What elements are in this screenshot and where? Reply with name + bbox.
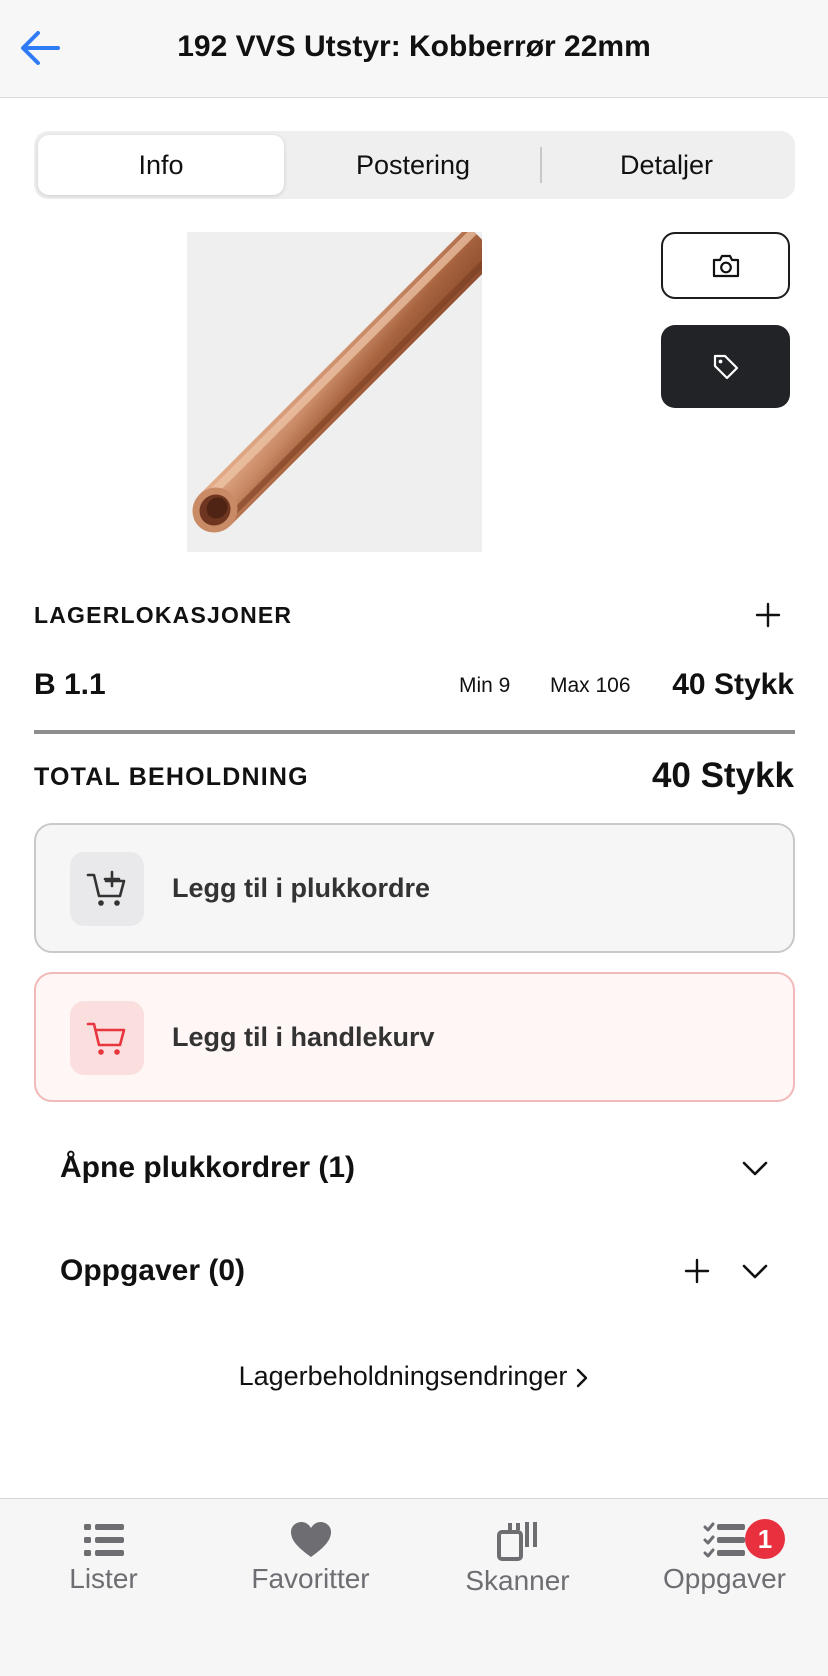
tabbar-item-skanner[interactable]: Skanner <box>414 1507 621 1607</box>
chevron-right-icon <box>577 1368 588 1388</box>
inventory-changes-label: Lagerbeholdningsendringer <box>238 1361 568 1391</box>
tabbar-label-lister: Lister <box>69 1563 138 1594</box>
location-name: B 1.1 <box>34 668 106 701</box>
total-value: 40 Stykk <box>651 756 794 795</box>
product-image[interactable] <box>187 232 482 552</box>
location-min: Min 9 <box>459 674 511 697</box>
camera-button[interactable] <box>661 232 790 299</box>
tabbar-item-oppgaver[interactable]: Oppgaver 1 <box>621 1507 828 1607</box>
cart-plus-icon <box>86 870 126 906</box>
scanner-icon <box>496 1522 537 1561</box>
cart-label: Legg til i handlekurv <box>172 1022 435 1052</box>
tabbar-item-favoritter[interactable]: Favoritter <box>207 1507 414 1607</box>
cart-plus-icon-box <box>70 852 144 926</box>
chevron-down-icon <box>742 1264 768 1279</box>
cart-icon <box>86 1022 126 1055</box>
tabbar-item-lister[interactable]: Lister <box>0 1507 207 1607</box>
plus-icon <box>755 602 781 628</box>
tabbar-label-favoritter: Favoritter <box>251 1563 370 1594</box>
checklist-icon <box>703 1522 745 1558</box>
tasks-label: Oppgaver (0) <box>60 1254 246 1287</box>
divider <box>34 730 795 734</box>
tasks-section[interactable]: Oppgaver (0) <box>34 1236 795 1306</box>
add-to-pick-order-button[interactable]: Legg til i plukkordre <box>34 823 795 953</box>
camera-icon <box>712 254 739 277</box>
tab-postering[interactable]: Postering <box>288 135 538 195</box>
locations-heading: LAGERLOKASJONER <box>34 602 293 628</box>
tag-button[interactable] <box>661 325 790 408</box>
arrow-left-icon <box>21 31 60 65</box>
back-button[interactable] <box>18 28 68 70</box>
tabbar-label-oppgaver: Oppgaver <box>663 1563 786 1594</box>
tabbar-label-skanner: Skanner <box>465 1565 570 1596</box>
page-title: 192 VVS Utstyr: Kobberrør 22mm <box>177 30 651 63</box>
list-icon <box>83 1524 124 1556</box>
inventory-changes-link[interactable]: Lagerbeholdningsendringer <box>0 1361 828 1392</box>
notification-badge: 1 <box>745 1519 785 1559</box>
location-quantity: 40 Stykk <box>672 668 794 701</box>
location-max: Max 106 <box>550 674 631 697</box>
pick-order-label: Legg til i plukkordre <box>172 873 431 903</box>
tab-info[interactable]: Info <box>38 135 284 195</box>
bottom-tab-bar: Lister Favoritter Skanner Oppgaver 1 <box>0 1498 828 1676</box>
add-task-plus-icon[interactable] <box>680 1254 714 1288</box>
heart-icon <box>290 1522 331 1557</box>
chevron-down-icon <box>742 1161 768 1176</box>
add-location-button[interactable] <box>748 595 788 635</box>
copper-pipe-image <box>187 232 482 552</box>
add-to-cart-button[interactable]: Legg til i handlekurv <box>34 972 795 1102</box>
total-label: TOTAL BEHOLDNING <box>34 763 309 791</box>
cart-icon-box <box>70 1001 144 1075</box>
open-orders-section[interactable]: Åpne plukkordrer (1) <box>34 1133 795 1203</box>
navigation-header: 192 VVS Utstyr: Kobberrør 22mm <box>0 0 828 98</box>
tab-detaljer[interactable]: Detaljer <box>542 135 791 195</box>
segmented-tabs: Info Postering Detaljer <box>34 131 795 199</box>
open-orders-label: Åpne plukkordrer (1) <box>60 1151 356 1184</box>
tag-icon <box>713 354 738 379</box>
